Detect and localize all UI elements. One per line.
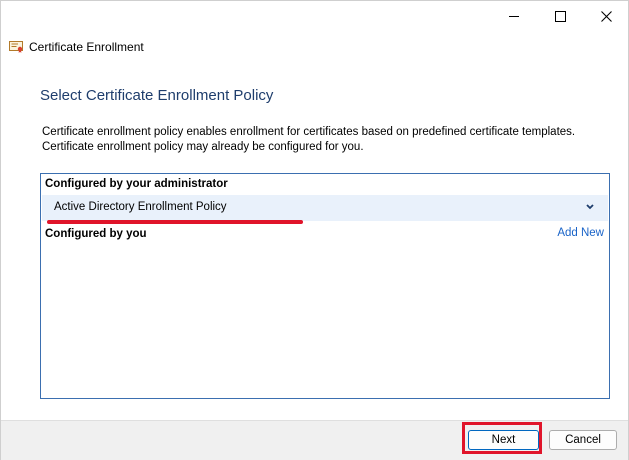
minimize-button[interactable] (491, 1, 537, 31)
admin-group-label: Configured by your administrator (45, 178, 228, 190)
window-title: Certificate Enrollment (29, 40, 144, 54)
page-heading: Select Certificate Enrollment Policy (40, 87, 274, 104)
policy-item-active-directory[interactable]: Active Directory Enrollment Policy (42, 195, 608, 221)
minimize-icon (509, 15, 519, 17)
highlight-box (462, 422, 542, 454)
close-icon (600, 10, 612, 22)
policy-item-label: Active Directory Enrollment Policy (54, 201, 227, 213)
cancel-button[interactable]: Cancel (549, 430, 617, 450)
add-new-link[interactable]: Add New (557, 227, 604, 239)
close-button[interactable] (583, 1, 629, 31)
title-row: Certificate Enrollment (9, 39, 144, 55)
maximize-button[interactable] (537, 1, 583, 31)
page-description: Certificate enrollment policy enables en… (42, 126, 576, 153)
highlight-underline (47, 220, 303, 224)
chevron-down-icon[interactable] (584, 202, 596, 212)
user-group-label: Configured by you (45, 228, 147, 240)
certificate-icon (9, 41, 23, 53)
certificate-enrollment-window: Certificate Enrollment Select Certificat… (0, 0, 629, 460)
enrollment-policy-list: Configured by your administrator Active … (40, 173, 610, 399)
maximize-icon (554, 10, 566, 22)
